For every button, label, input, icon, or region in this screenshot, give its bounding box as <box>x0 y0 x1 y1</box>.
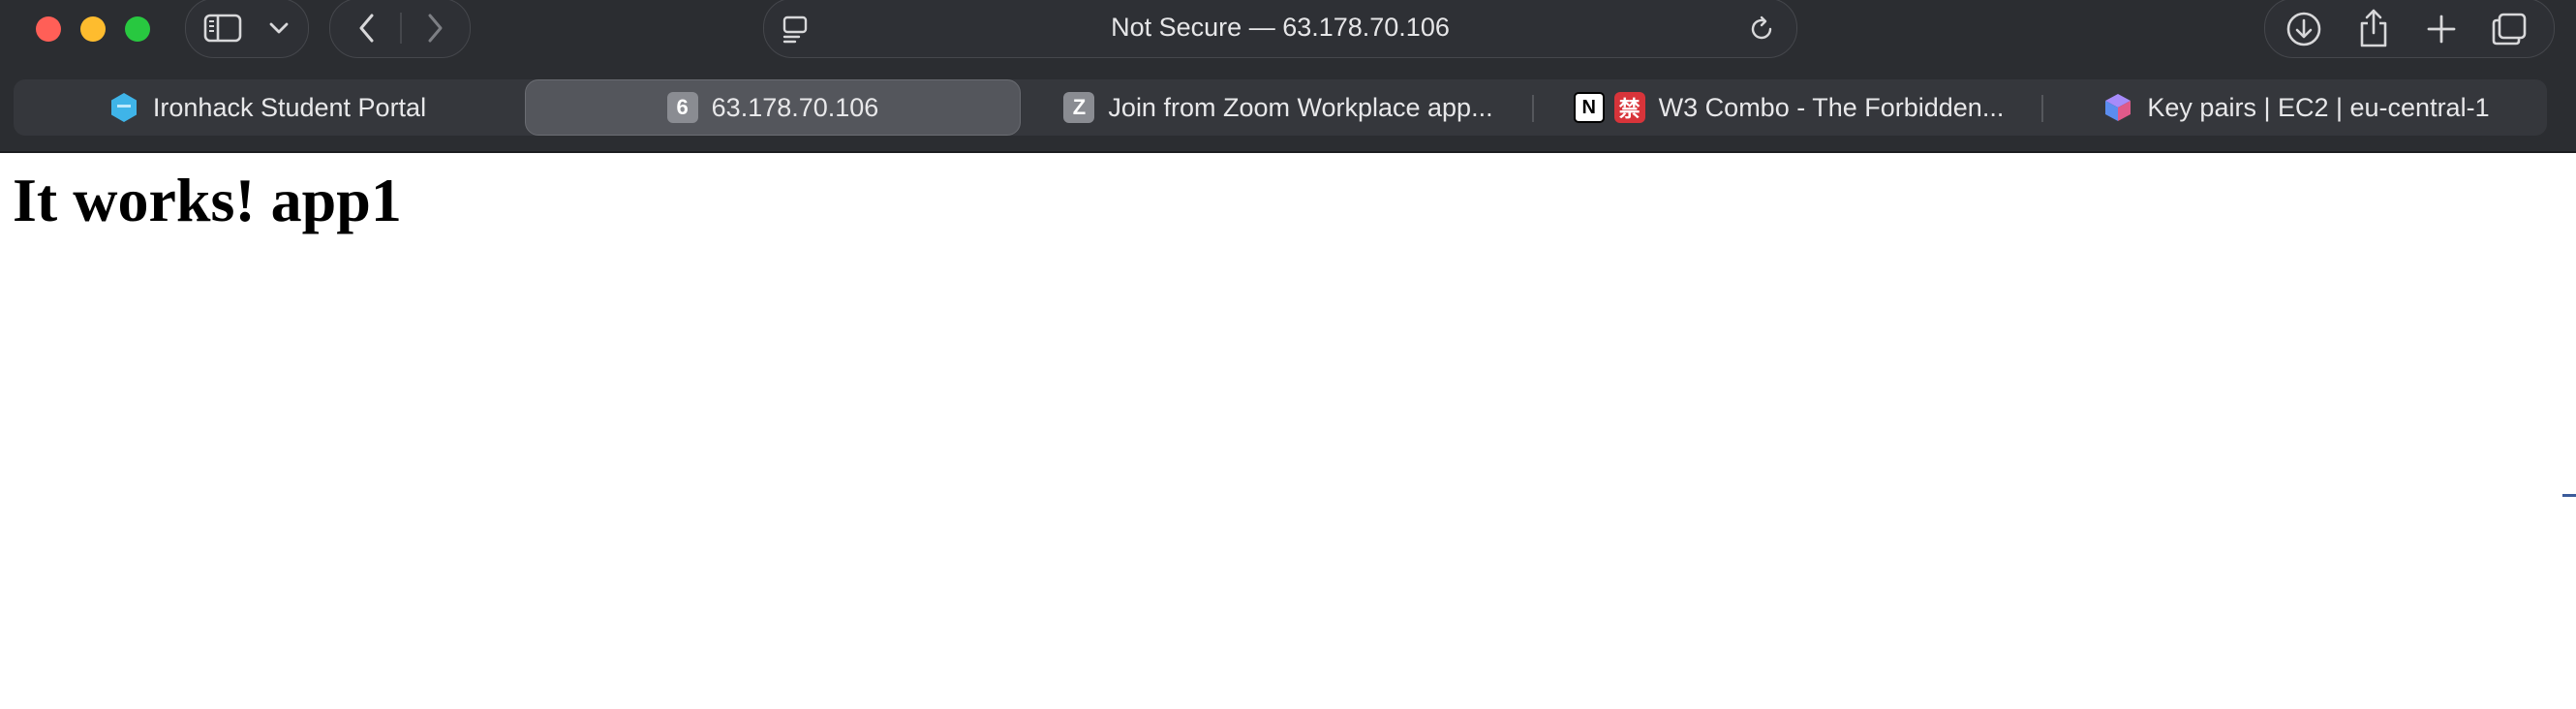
tab-label: Ironhack Student Portal <box>152 92 427 122</box>
notion-icon: N <box>1573 92 1605 123</box>
download-icon <box>2286 12 2321 46</box>
minimize-window-button[interactable] <box>80 16 106 42</box>
cube-icon <box>2102 92 2133 123</box>
tab-label: W3 Combo - The Forbidden... <box>1658 92 2005 122</box>
tab-overview-button[interactable] <box>2490 11 2529 47</box>
back-button[interactable] <box>350 11 384 46</box>
tab-separator <box>2041 95 2043 122</box>
reload-icon <box>1751 15 1772 40</box>
window-edge-mark <box>2562 494 2576 497</box>
tab-favicon-letter: Z <box>1063 92 1095 123</box>
sidebar-icon <box>203 14 242 43</box>
tab-ironhack[interactable]: Ironhack Student Portal <box>14 79 521 136</box>
hexagon-logo-icon <box>108 92 139 123</box>
tab-overview-icon <box>2492 13 2527 46</box>
address-bar[interactable]: Not Secure — 63.178.70.106 <box>763 0 1797 58</box>
tab-label: Join from Zoom Workplace app... <box>1108 92 1493 122</box>
sidebar-menu-button[interactable] <box>263 16 294 40</box>
tab-bar: Ironhack Student Portal 6 63.178.70.106 … <box>0 58 2576 153</box>
tab-favicon-letter: 6 <box>666 92 698 123</box>
maximize-window-button[interactable] <box>125 16 150 42</box>
forward-chevron-icon <box>428 14 443 43</box>
web-page-content: It works! app1 <box>0 153 2576 709</box>
tab-key-pairs-ec2[interactable]: Key pairs | EC2 | eu-central-1 <box>2045 79 2547 136</box>
chevron-down-icon <box>269 22 289 34</box>
forward-button[interactable] <box>417 11 452 46</box>
plus-icon <box>2427 15 2456 44</box>
forbidden-kanji-icon: 禁 <box>1613 92 1645 123</box>
tab-w3-combo[interactable]: N 禁 W3 Combo - The Forbidden... <box>1536 79 2041 136</box>
tab-active-63-178-70-106[interactable]: 6 63.178.70.106 <box>525 79 1021 136</box>
tab-separator <box>1532 95 1534 122</box>
toolbar: Not Secure — 63.178.70.106 <box>0 0 2576 58</box>
share-button[interactable] <box>2354 7 2393 49</box>
nav-divider <box>400 13 402 44</box>
downloads-button[interactable] <box>2285 10 2323 48</box>
sidebar-toggle-button[interactable] <box>201 13 244 44</box>
tab-label: 63.178.70.106 <box>711 92 879 122</box>
reload-button[interactable] <box>1744 12 1779 46</box>
toolbar-actions <box>2264 0 2555 58</box>
back-chevron-icon <box>359 14 374 43</box>
sidebar-controls <box>185 0 309 58</box>
browser-window: Not Secure — 63.178.70.106 Ironhack Stud… <box>0 0 2576 709</box>
new-tab-button[interactable] <box>2424 12 2459 46</box>
address-text[interactable]: Not Secure — 63.178.70.106 <box>764 0 1796 55</box>
close-window-button[interactable] <box>36 16 61 42</box>
tab-zoom[interactable]: Z Join from Zoom Workplace app... <box>1027 79 1530 136</box>
navigation-controls <box>329 0 471 58</box>
tab-label: Key pairs | EC2 | eu-central-1 <box>2147 92 2490 122</box>
page-heading: It works! app1 <box>13 166 402 234</box>
share-icon <box>2360 9 2387 47</box>
